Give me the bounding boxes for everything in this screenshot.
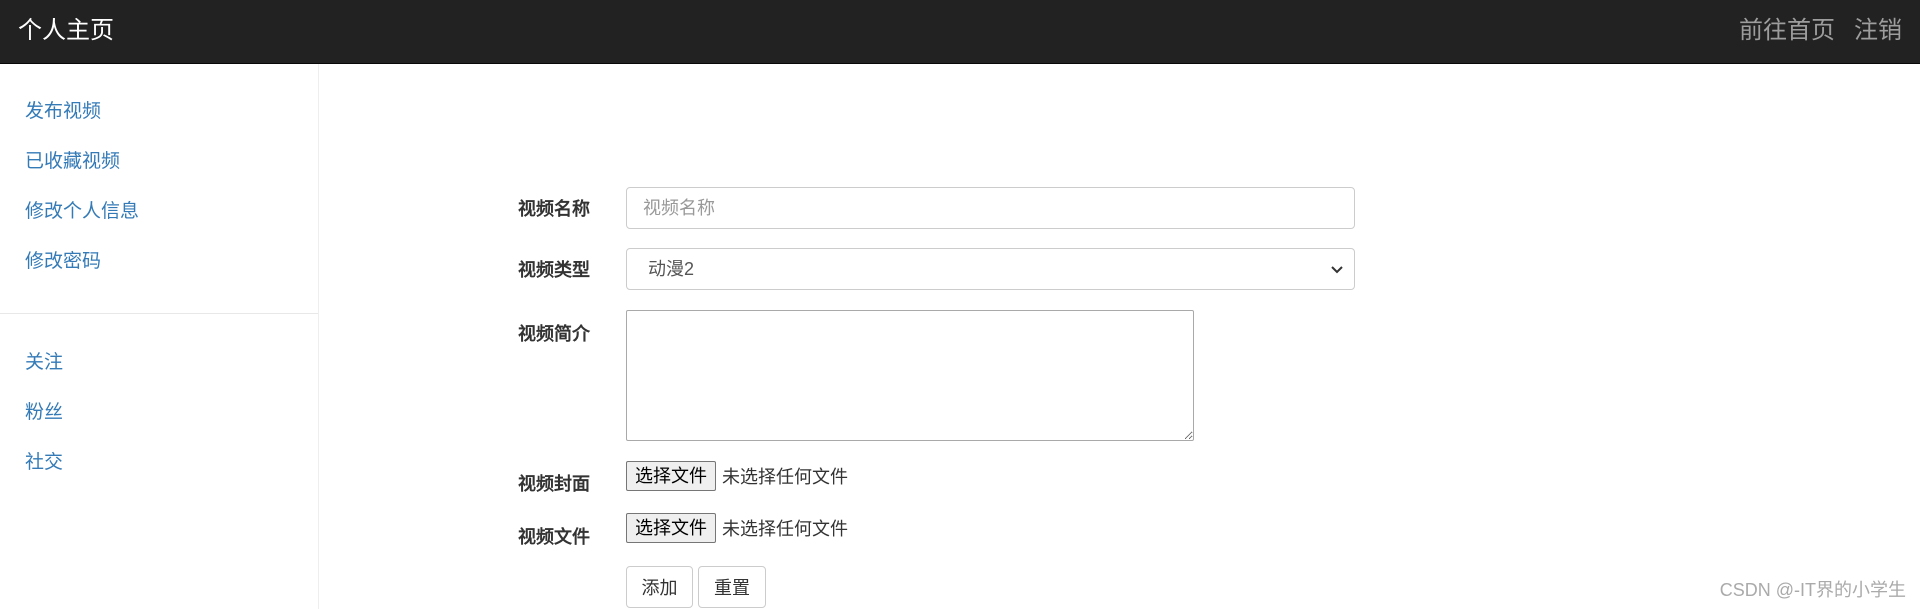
cover-file-status: 未选择任何文件 <box>722 467 848 487</box>
video-cover-file-input: 选择文件 未选择任何文件 <box>626 461 848 491</box>
video-type-label: 视频类型 <box>518 260 590 280</box>
video-name-label: 视频名称 <box>518 199 590 219</box>
sidebar-item-edit-profile[interactable]: 修改个人信息 <box>0 187 318 237</box>
video-intro-label: 视频简介 <box>518 324 590 344</box>
video-cover-label: 视频封面 <box>518 474 590 494</box>
sidebar-item-publish-video[interactable]: 发布视频 <box>0 87 318 137</box>
sidebar-item-following[interactable]: 关注 <box>0 338 318 388</box>
sidebar: 发布视频 已收藏视频 修改个人信息 修改密码 关注 粉丝 社交 <box>0 64 319 609</box>
brand-title[interactable]: 个人主页 <box>18 14 114 48</box>
choose-video-file-button[interactable]: 选择文件 <box>626 513 716 543</box>
video-file-label: 视频文件 <box>518 527 590 547</box>
video-name-input[interactable] <box>626 187 1355 229</box>
sidebar-item-social[interactable]: 社交 <box>0 438 318 488</box>
publish-video-form: 视频名称 视频类型 动漫2 视频简介 视频封面 选择文件 未选择任何文件 视频文… <box>318 64 1920 609</box>
sidebar-group-video: 发布视频 已收藏视频 修改个人信息 修改密码 <box>0 87 318 287</box>
sidebar-item-favorite-videos[interactable]: 已收藏视频 <box>0 137 318 187</box>
logout-link[interactable]: 注销 <box>1854 14 1902 48</box>
top-navbar: 个人主页 前往首页 注销 <box>0 0 1920 64</box>
choose-cover-file-button[interactable]: 选择文件 <box>626 461 716 491</box>
sidebar-divider <box>0 313 318 314</box>
watermark: CSDN @-IT界的小学生 <box>1719 580 1906 600</box>
video-file-input: 选择文件 未选择任何文件 <box>626 513 848 543</box>
go-home-link[interactable]: 前往首页 <box>1739 14 1835 48</box>
sidebar-item-change-password[interactable]: 修改密码 <box>0 237 318 287</box>
video-file-status: 未选择任何文件 <box>722 519 848 539</box>
add-button[interactable]: 添加 <box>626 566 693 608</box>
video-type-select[interactable]: 动漫2 <box>626 248 1355 290</box>
video-type-selected-value: 动漫2 <box>648 259 695 279</box>
reset-button[interactable]: 重置 <box>698 566 766 608</box>
chevron-down-icon <box>1331 266 1343 274</box>
sidebar-group-social: 关注 粉丝 社交 <box>0 338 318 488</box>
video-intro-textarea[interactable] <box>626 310 1194 441</box>
sidebar-item-fans[interactable]: 粉丝 <box>0 388 318 438</box>
navbar-links: 前往首页 注销 <box>1739 14 1902 48</box>
